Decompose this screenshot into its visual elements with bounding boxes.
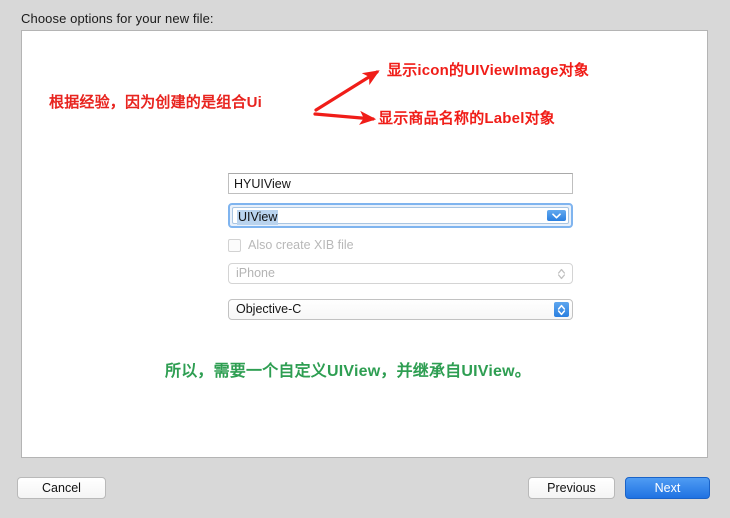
subclass-dropdown-button[interactable] xyxy=(547,210,566,221)
xib-checkbox-row: Also create XIB file xyxy=(228,238,354,252)
subclass-combobox[interactable]: UIView xyxy=(228,203,573,228)
class-name-input[interactable] xyxy=(228,173,573,194)
subclass-value: UIView xyxy=(237,210,279,225)
chevron-up-down-icon xyxy=(557,304,566,315)
previous-button[interactable]: Previous xyxy=(528,477,615,499)
xib-checkbox xyxy=(228,238,241,252)
language-select-stepper[interactable] xyxy=(554,302,569,317)
class-label: Class: xyxy=(21,173,22,195)
options-panel: 根据经验，因为创建的是组合Ui 显示icon的UIViewImage对象 显示商… xyxy=(21,30,708,458)
language-select[interactable]: Objective-C xyxy=(228,299,573,320)
page-title: Choose options for your new file: xyxy=(21,11,214,26)
device-select-value: iPhone xyxy=(236,266,275,280)
device-select-stepper xyxy=(554,266,569,281)
next-button[interactable]: Next xyxy=(625,477,710,499)
subclass-combobox-inner[interactable]: UIView xyxy=(232,207,569,225)
chevron-down-icon xyxy=(552,212,561,219)
chevron-up-down-icon xyxy=(557,268,566,279)
language-select-value: Objective-C xyxy=(236,302,302,316)
subclass-label: Subclass of: xyxy=(21,203,22,228)
new-file-options-form: Class: Subclass of: UIView xyxy=(21,31,707,457)
device-select: iPhone xyxy=(228,263,573,284)
cancel-button[interactable]: Cancel xyxy=(17,477,106,499)
xib-checkbox-label: Also create XIB file xyxy=(248,238,354,252)
language-label: Language: xyxy=(21,299,22,321)
